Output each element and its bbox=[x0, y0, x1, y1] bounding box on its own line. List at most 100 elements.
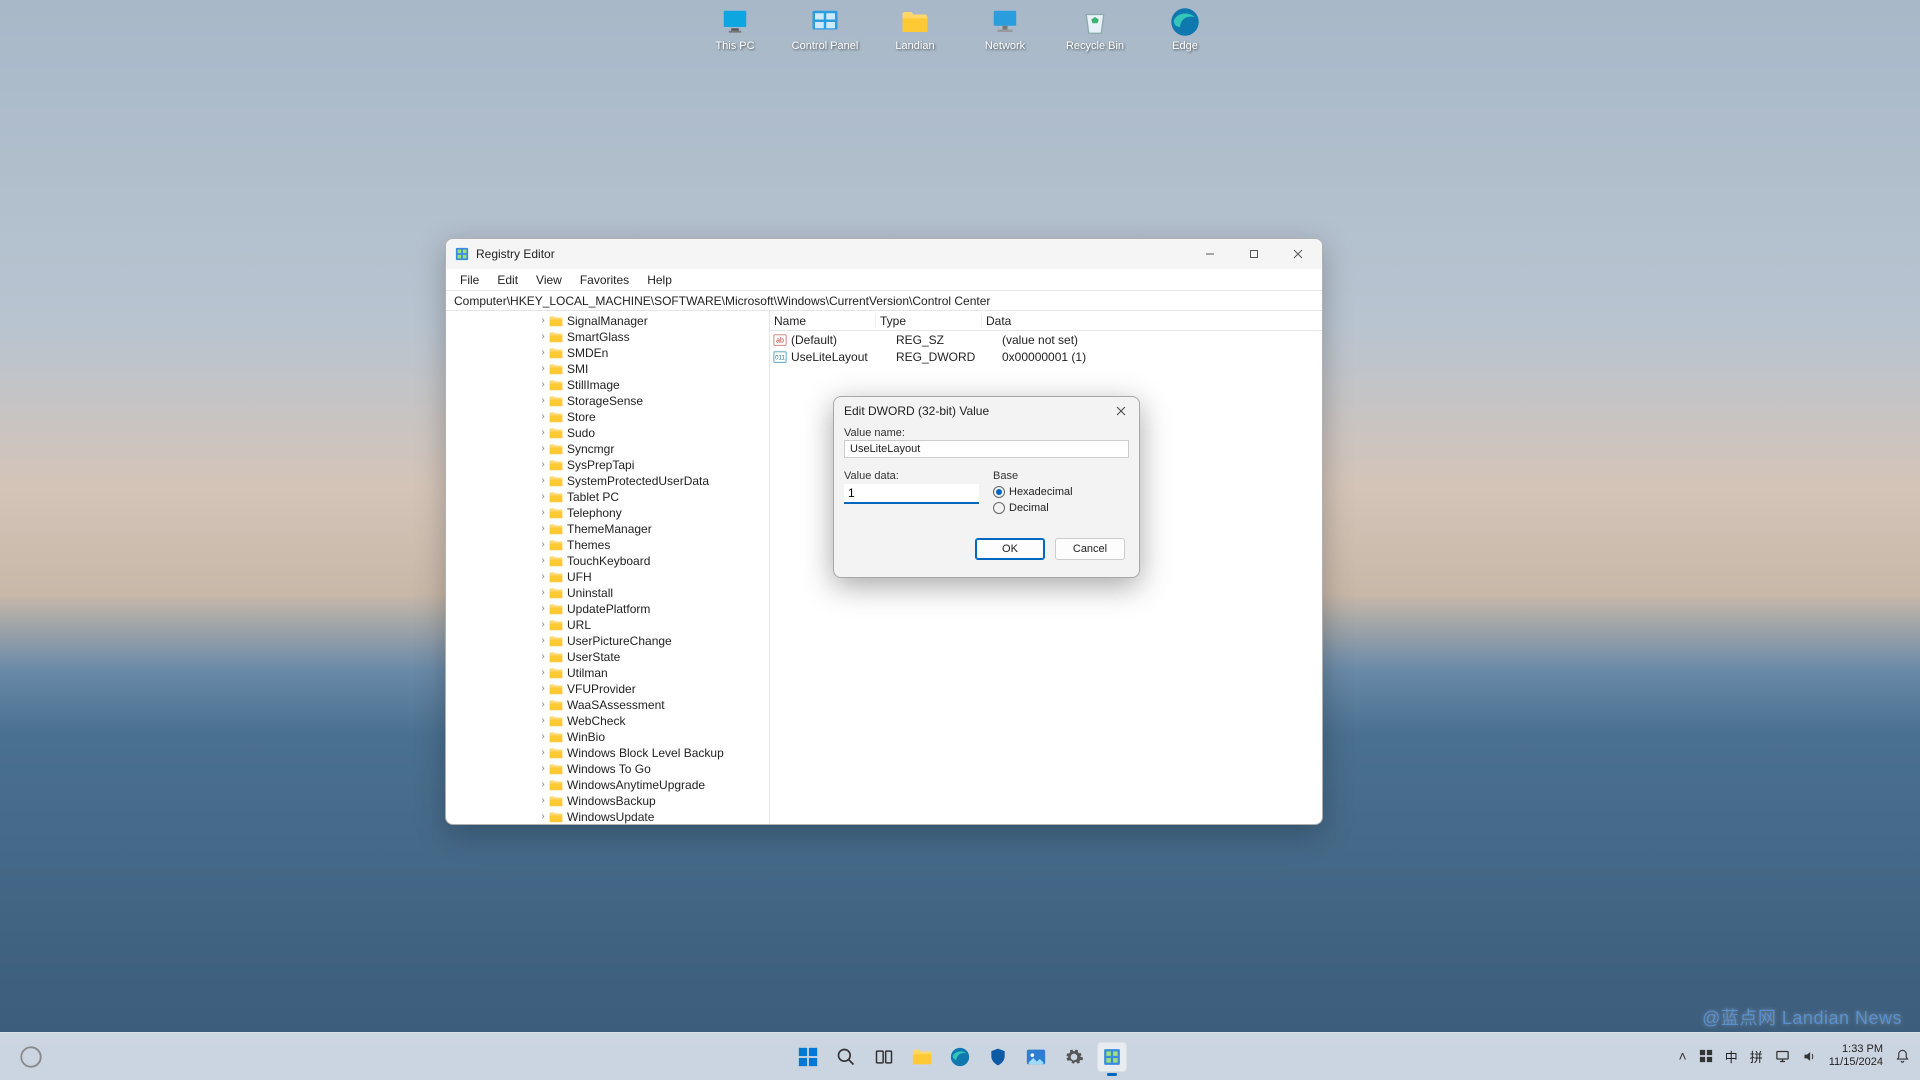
radio-hex-label: Hexadecimal bbox=[1009, 486, 1073, 498]
tree-item[interactable]: ›Windows To Go bbox=[446, 761, 767, 777]
close-button[interactable] bbox=[1276, 239, 1320, 269]
menu-view[interactable]: View bbox=[528, 271, 570, 289]
tree-item[interactable]: ›SignalManager bbox=[446, 313, 767, 329]
radio-hexadecimal[interactable]: Hexadecimal bbox=[993, 486, 1129, 498]
tree-item[interactable]: ›SMDEn bbox=[446, 345, 767, 361]
tree-item[interactable]: ›UpdatePlatform bbox=[446, 601, 767, 617]
desktop-icon-landian[interactable]: Landian bbox=[885, 6, 945, 52]
menu-help[interactable]: Help bbox=[639, 271, 680, 289]
column-data[interactable]: Data bbox=[982, 314, 1322, 328]
security-icon[interactable] bbox=[983, 1042, 1013, 1072]
tree-item[interactable]: ›StorageSense bbox=[446, 393, 767, 409]
menu-favorites[interactable]: Favorites bbox=[572, 271, 637, 289]
registry-editor-taskbar-icon[interactable] bbox=[1097, 1042, 1127, 1072]
tree-item[interactable]: ›Uninstall bbox=[446, 585, 767, 601]
tree-item[interactable]: ›Windows Block Level Backup bbox=[446, 745, 767, 761]
volume-tray-icon[interactable] bbox=[1802, 1049, 1817, 1064]
dialog-titlebar[interactable]: Edit DWORD (32-bit) Value bbox=[834, 397, 1139, 425]
desktop-icon-this-pc[interactable]: This PC bbox=[705, 6, 765, 52]
tree-item[interactable]: ›Utilman bbox=[446, 665, 767, 681]
tree-item[interactable]: ›WindowsBackup bbox=[446, 793, 767, 809]
menu-file[interactable]: File bbox=[452, 271, 487, 289]
column-name[interactable]: Name bbox=[770, 314, 876, 328]
network-tray-icon[interactable] bbox=[1775, 1049, 1790, 1064]
menu-edit[interactable]: Edit bbox=[489, 271, 526, 289]
tree-item[interactable]: ›Telephony bbox=[446, 505, 767, 521]
ime-indicator-mode[interactable]: 拼 bbox=[1750, 1047, 1763, 1066]
tree-item-label: SmartGlass bbox=[567, 329, 630, 345]
tree-item[interactable]: ›WaaSAssessment bbox=[446, 697, 767, 713]
value-data-input[interactable] bbox=[844, 484, 979, 504]
chevron-right-icon: › bbox=[538, 649, 548, 665]
tree-item[interactable]: ›VFUProvider bbox=[446, 681, 767, 697]
tree-item-label: SMI bbox=[567, 361, 588, 377]
edge-taskbar-icon[interactable] bbox=[945, 1042, 975, 1072]
taskbar-clock[interactable]: 1:33 PM 11/15/2024 bbox=[1829, 1043, 1883, 1068]
tree-item[interactable]: ›Tablet PC bbox=[446, 489, 767, 505]
folder-icon bbox=[549, 491, 563, 503]
folder-icon bbox=[549, 619, 563, 631]
photos-icon[interactable] bbox=[1021, 1042, 1051, 1072]
tree-item[interactable]: ›UFH bbox=[446, 569, 767, 585]
maximize-button[interactable] bbox=[1232, 239, 1276, 269]
registry-tree-pane[interactable]: ›SignalManager›SmartGlass›SMDEn›SMI›Stil… bbox=[446, 311, 770, 824]
tree-item[interactable]: ›WindowsAnytimeUpgrade bbox=[446, 777, 767, 793]
tree-item[interactable]: ›StillImage bbox=[446, 377, 767, 393]
settings-taskbar-icon[interactable] bbox=[1059, 1042, 1089, 1072]
chevron-right-icon: › bbox=[538, 793, 548, 809]
dialog-close-button[interactable] bbox=[1107, 399, 1135, 423]
chevron-right-icon: › bbox=[538, 425, 548, 441]
folder-icon bbox=[549, 651, 563, 663]
tree-item[interactable]: ›TouchKeyboard bbox=[446, 553, 767, 569]
folder-icon bbox=[549, 587, 563, 599]
folder-icon bbox=[549, 363, 563, 375]
ok-button[interactable]: OK bbox=[975, 538, 1045, 560]
tree-item[interactable]: ›UserState bbox=[446, 649, 767, 665]
desktop-icon-network[interactable]: Network bbox=[975, 6, 1035, 52]
tree-item[interactable]: ›URL bbox=[446, 617, 767, 633]
column-type[interactable]: Type bbox=[876, 314, 982, 328]
value-row[interactable]: ab(Default)REG_SZ(value not set) bbox=[770, 331, 1322, 348]
file-explorer-icon[interactable] bbox=[907, 1042, 937, 1072]
search-button[interactable] bbox=[831, 1042, 861, 1072]
cancel-button[interactable]: Cancel bbox=[1055, 538, 1125, 560]
desktop-icon-recycle-bin[interactable]: Recycle Bin bbox=[1065, 6, 1125, 52]
tree-item[interactable]: ›WebCheck bbox=[446, 713, 767, 729]
folder-icon bbox=[549, 379, 563, 391]
titlebar[interactable]: Registry Editor bbox=[446, 239, 1322, 269]
notifications-tray-icon[interactable] bbox=[1895, 1049, 1910, 1064]
folder-icon bbox=[549, 395, 563, 407]
tree-item[interactable]: ›ThemeManager bbox=[446, 521, 767, 537]
folder-icon bbox=[549, 315, 563, 327]
tree-item[interactable]: ›Store bbox=[446, 409, 767, 425]
copilot-icon[interactable] bbox=[1699, 1049, 1713, 1063]
tree-item[interactable]: ›SysPrepTapi bbox=[446, 457, 767, 473]
task-view-button[interactable] bbox=[869, 1042, 899, 1072]
tree-item[interactable]: ›Themes bbox=[446, 537, 767, 553]
desktop-icon-edge[interactable]: Edge bbox=[1155, 6, 1215, 52]
tree-item[interactable]: ›Sudo bbox=[446, 425, 767, 441]
cell-type: REG_SZ bbox=[892, 333, 998, 347]
value-row[interactable]: 011UseLiteLayoutREG_DWORD0x00000001 (1) bbox=[770, 348, 1322, 365]
chevron-right-icon: › bbox=[538, 585, 548, 601]
list-header[interactable]: Name Type Data bbox=[770, 311, 1322, 331]
desktop-icon-recycle-bin-glyph bbox=[1077, 6, 1113, 38]
folder-icon bbox=[549, 539, 563, 551]
tree-item[interactable]: ›SmartGlass bbox=[446, 329, 767, 345]
start-button[interactable] bbox=[793, 1042, 823, 1072]
tree-item[interactable]: ›WindowsUpdate bbox=[446, 809, 767, 824]
tree-item[interactable]: ›SystemProtectedUserData bbox=[446, 473, 767, 489]
tray-chevron-icon[interactable]: ˄ bbox=[1679, 1048, 1687, 1064]
desktop-icons: This PC Control Panel Landian Network Recycl… bbox=[0, 6, 1920, 52]
folder-icon bbox=[549, 683, 563, 695]
tree-item[interactable]: ›SMI bbox=[446, 361, 767, 377]
minimize-button[interactable] bbox=[1188, 239, 1232, 269]
tree-item[interactable]: ›Syncmgr bbox=[446, 441, 767, 457]
tree-item[interactable]: ›WinBio bbox=[446, 729, 767, 745]
address-bar[interactable]: Computer\HKEY_LOCAL_MACHINE\SOFTWARE\Mic… bbox=[446, 291, 1322, 311]
tree-item[interactable]: ›UserPictureChange bbox=[446, 633, 767, 649]
ime-indicator-lang[interactable]: 中 bbox=[1725, 1047, 1738, 1066]
weather-widget[interactable] bbox=[18, 1044, 44, 1070]
radio-decimal[interactable]: Decimal bbox=[993, 502, 1129, 514]
desktop-icon-control-panel[interactable]: Control Panel bbox=[795, 6, 855, 52]
